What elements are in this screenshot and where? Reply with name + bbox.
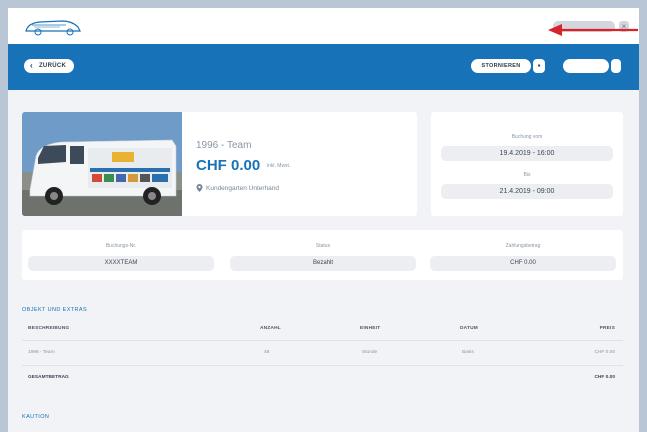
amount-label: Zahlungsbetrag bbox=[505, 243, 541, 249]
booking-info-card: Buchungs-Nr. XXXXTEAM Status Bezahlt Zah… bbox=[22, 230, 623, 280]
app-window: × ‹ ZURÜCK STORNIEREN ▪ 1996 - Team CHF … bbox=[8, 8, 639, 432]
column-header: DATUM bbox=[460, 326, 478, 331]
action-bar: ‹ ZURÜCK STORNIEREN ▪ bbox=[8, 44, 639, 90]
van-photo bbox=[22, 112, 182, 216]
column-header: EINHEIT bbox=[360, 326, 381, 331]
back-button-label: ZURÜCK bbox=[38, 63, 67, 69]
vehicle-location: Kundengarten Unterhand bbox=[196, 184, 279, 192]
secondary-button[interactable] bbox=[563, 59, 609, 73]
vehicle-card: 1996 - Team CHF 0.00 inkl. Mwst. Kundeng… bbox=[22, 112, 417, 216]
table-cell: Basis bbox=[462, 350, 474, 355]
trash-icon[interactable]: ▪ bbox=[533, 59, 545, 73]
to-field: 21.4.2019 - 09:00 bbox=[441, 184, 613, 199]
cancel-booking-button[interactable]: STORNIEREN bbox=[471, 59, 531, 73]
location-pin-icon bbox=[196, 184, 203, 192]
from-label: Buchung vom bbox=[511, 134, 543, 140]
secondary-icon-button[interactable] bbox=[611, 59, 621, 73]
booking-number-field: XXXXTEAM bbox=[28, 256, 214, 271]
divider bbox=[22, 340, 623, 341]
extras-section-title: OBJEKT UND EXTRAS bbox=[22, 307, 88, 313]
column-header: PREIS bbox=[599, 326, 615, 331]
total-value: CHF 0.00 bbox=[594, 375, 615, 380]
top-bar: × bbox=[8, 8, 639, 45]
table-cell: 48 bbox=[264, 350, 270, 355]
booking-dates-card: Buchung vom 19.4.2019 - 16:00 Bis 21.4.2… bbox=[431, 112, 623, 216]
arrow-left-icon: ‹ bbox=[30, 61, 33, 70]
booking-number-label: Buchungs-Nr. bbox=[105, 243, 137, 249]
price-note: inkl. Mwst. bbox=[267, 163, 291, 169]
column-header: ANZAHL bbox=[260, 326, 281, 331]
table-cell: Stunde bbox=[362, 350, 378, 355]
status-label: Status bbox=[315, 243, 331, 249]
vehicle-price: CHF 0.00 bbox=[196, 157, 261, 174]
status-field: Bezahlt bbox=[230, 256, 416, 271]
car-logo-icon[interactable] bbox=[22, 15, 84, 39]
location-text: Kundengarten Unterhand bbox=[206, 184, 280, 192]
deposit-section-title: KAUTION bbox=[22, 414, 50, 420]
vehicle-name: 1996 - Team bbox=[196, 140, 252, 151]
back-button[interactable]: ‹ ZURÜCK bbox=[24, 59, 75, 73]
amount-field: CHF 0.00 bbox=[430, 256, 616, 271]
from-field: 19.4.2019 - 16:00 bbox=[441, 146, 613, 161]
to-label: Bis bbox=[523, 172, 531, 178]
annotation-arrow-icon bbox=[548, 24, 638, 36]
table-cell: CHF 0.00 bbox=[594, 350, 615, 355]
total-label: GESAMTBETRAG bbox=[28, 375, 69, 380]
table-cell: 1996 - Team bbox=[28, 350, 55, 355]
divider bbox=[22, 365, 623, 366]
column-header: BESCHREIBUNG bbox=[28, 326, 70, 331]
